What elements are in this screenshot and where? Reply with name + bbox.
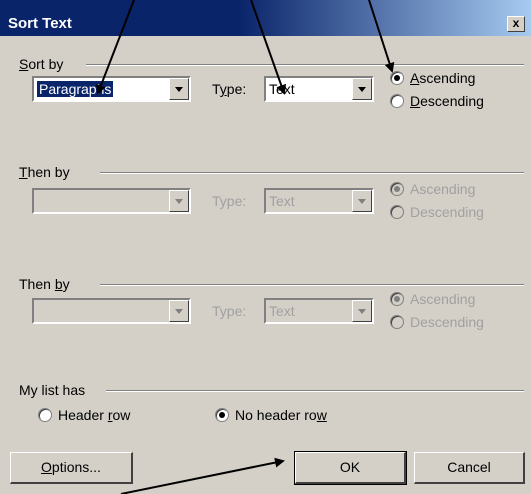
header-row-radio[interactable]: Header row xyxy=(38,407,130,423)
chevron-down-icon[interactable] xyxy=(169,78,189,100)
then-by-1-group-label: Then by xyxy=(19,164,70,180)
chevron-down-icon[interactable] xyxy=(352,300,372,322)
then-by-2-descending-radio[interactable]: Descending xyxy=(390,314,484,330)
cancel-button[interactable]: Cancel xyxy=(414,452,525,484)
then-by-1-ascending-radio[interactable]: Ascending xyxy=(390,181,475,197)
sort-by-type-dropdown[interactable]: Text xyxy=(264,76,374,102)
radio-checked-icon xyxy=(215,408,229,422)
arrow-to-ok xyxy=(120,457,285,494)
sort-by-ascending-radio[interactable]: Ascending xyxy=(390,70,475,86)
radio-checked-icon xyxy=(390,71,404,85)
then-by-1-descending-radio[interactable]: Descending xyxy=(390,204,484,220)
chevron-down-icon[interactable] xyxy=(169,190,189,212)
then-by-1-type-label: Type: xyxy=(212,193,247,209)
radio-checked-icon xyxy=(390,182,404,196)
close-button[interactable]: x xyxy=(507,16,525,32)
then-by-2-type-dropdown[interactable]: Text xyxy=(264,298,374,324)
chevron-down-icon[interactable] xyxy=(169,300,189,322)
sort-by-type-label: Type: xyxy=(212,81,247,97)
radio-unchecked-icon xyxy=(390,205,404,219)
then-by-2-group-label: Then by xyxy=(19,276,70,292)
window-title: Sort Text xyxy=(8,15,72,32)
sort-by-group-label: Sort by xyxy=(19,56,64,72)
title-bar: Sort Text x xyxy=(0,0,531,36)
sort-by-type-value: Text xyxy=(269,81,295,97)
then-by-2-field-dropdown[interactable] xyxy=(32,298,191,324)
options-button[interactable]: Options... xyxy=(10,452,133,484)
then-by-1-divider xyxy=(100,172,524,174)
then-by-2-ascending-radio[interactable]: Ascending xyxy=(390,291,475,307)
radio-checked-icon xyxy=(390,292,404,306)
radio-unchecked-icon xyxy=(38,408,52,422)
sort-text-dialog: Sort Text x Sort by Paragraphs Type: Tex… xyxy=(0,0,531,494)
radio-unchecked-icon xyxy=(390,94,404,108)
sort-by-descending-radio[interactable]: Descending xyxy=(390,93,484,109)
then-by-2-divider xyxy=(100,284,524,286)
then-by-2-type-label: Type: xyxy=(212,303,247,319)
radio-unchecked-icon xyxy=(390,315,404,329)
sort-by-field-dropdown[interactable]: Paragraphs xyxy=(32,76,191,102)
chevron-down-icon[interactable] xyxy=(352,190,372,212)
list-has-divider xyxy=(106,390,524,392)
then-by-1-type-value: Text xyxy=(269,193,295,209)
sort-by-field-value: Paragraphs xyxy=(37,81,114,97)
then-by-2-type-value: Text xyxy=(269,303,295,319)
chevron-down-icon[interactable] xyxy=(352,78,372,100)
no-header-row-radio[interactable]: No header row xyxy=(215,407,327,423)
then-by-1-type-dropdown[interactable]: Text xyxy=(264,188,374,214)
sort-by-divider xyxy=(86,64,524,66)
ok-button[interactable]: OK xyxy=(294,451,407,485)
list-has-group-label: My list has xyxy=(19,382,86,398)
then-by-1-field-dropdown[interactable] xyxy=(32,188,191,214)
